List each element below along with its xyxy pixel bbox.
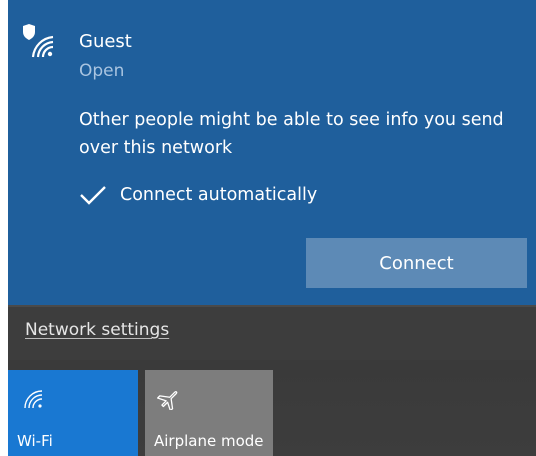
connect-automatically-label: Connect automatically: [120, 185, 318, 205]
selected-network-panel[interactable]: Guest Open Other people might be able to…: [8, 0, 536, 305]
quick-action-label: Wi-Fi: [17, 432, 53, 450]
network-flyout: Guest Open Other people might be able to…: [8, 0, 536, 456]
network-settings-link[interactable]: Network settings: [25, 320, 169, 340]
wifi-icon: [24, 390, 43, 409]
checkmark-icon: [80, 186, 106, 205]
quick-action-wifi[interactable]: Wi-Fi: [8, 370, 138, 456]
screenshot-frame: Guest Open Other people might be able to…: [0, 0, 536, 456]
wifi-shield-icon: [23, 24, 54, 58]
divider: [8, 305, 536, 307]
quick-action-airplane-mode[interactable]: Airplane mode: [145, 370, 273, 456]
security-warning: Other people might be able to see info y…: [79, 110, 504, 158]
quick-action-label: Airplane mode: [154, 432, 264, 450]
network-status: Open: [79, 61, 125, 81]
network-name: Guest: [79, 31, 132, 52]
connect-button[interactable]: Connect: [306, 238, 527, 288]
connect-automatically-row[interactable]: Connect automatically: [78, 180, 317, 210]
airplane-icon: [157, 391, 178, 410]
connect-automatically-checkbox[interactable]: [78, 180, 108, 210]
